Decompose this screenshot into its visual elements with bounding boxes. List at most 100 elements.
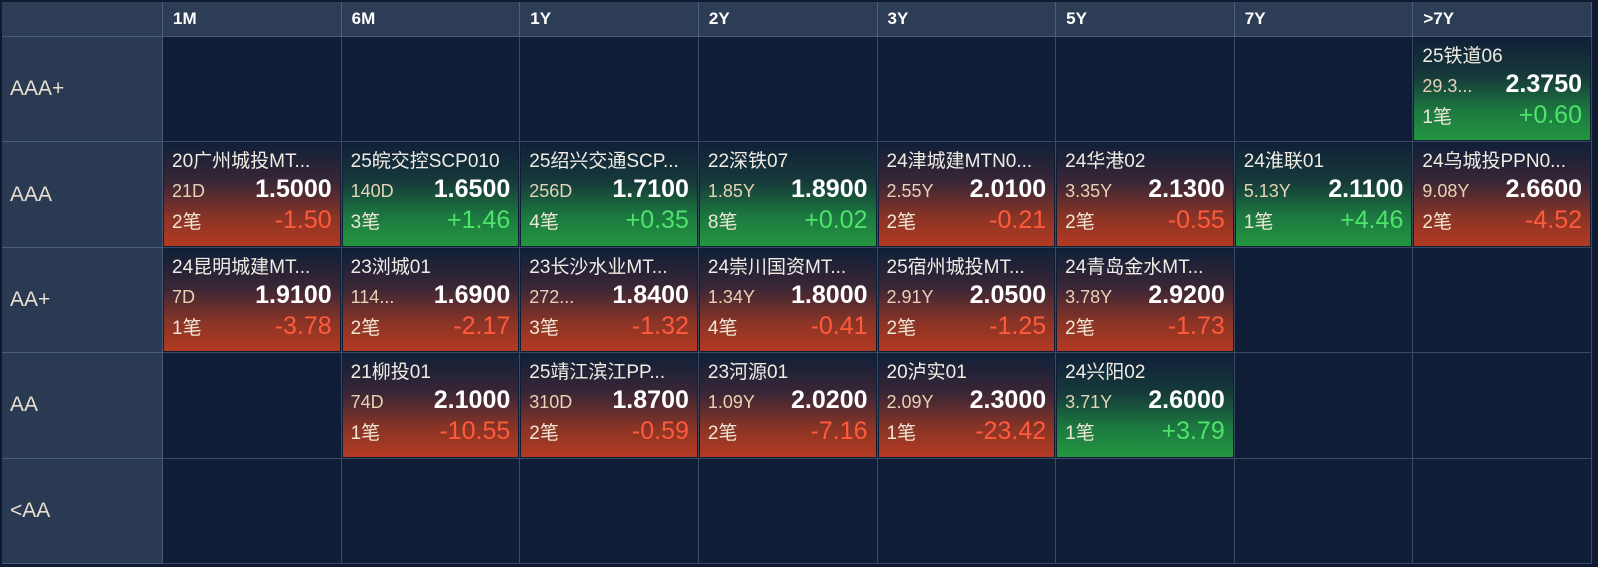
- bond-term: 3.71Y: [1065, 392, 1113, 413]
- bond-card[interactable]: 24华港02 3.35Y 2.1300 2笔 -0.55: [1057, 143, 1233, 246]
- bond-yield: 1.8700: [612, 386, 689, 415]
- matrix-cell: [1234, 458, 1414, 564]
- matrix-cell: [877, 37, 1057, 143]
- bond-yield-row: 140D 1.6500: [351, 175, 511, 206]
- bond-card[interactable]: 20泸实01 2.09Y 2.3000 1笔 -23.42: [878, 354, 1055, 457]
- bond-term: 9.08Y: [1422, 181, 1470, 202]
- bond-change-row: 2笔 -0.55: [1065, 206, 1225, 237]
- matrix-cell: [163, 37, 342, 143]
- matrix-cell: [341, 458, 521, 564]
- column-header-6[interactable]: 7Y: [1234, 2, 1414, 37]
- bond-card[interactable]: 24津城建MTN0... 2.55Y 2.0100 2笔 -0.21: [878, 143, 1055, 246]
- row-header-1[interactable]: AAA: [2, 142, 163, 248]
- bond-card[interactable]: 24兴阳02 3.71Y 2.6000 1笔 +3.79: [1057, 354, 1233, 457]
- bond-card[interactable]: 25皖交控SCP010 140D 1.6500 3笔 +1.46: [342, 143, 519, 246]
- bond-change: -1.25: [989, 311, 1047, 340]
- bond-term: 2.91Y: [886, 286, 934, 307]
- trade-count: 1笔: [172, 317, 202, 339]
- bond-card[interactable]: 24乌城投PPN0... 9.08Y 2.6600 2笔 -4.52: [1414, 143, 1590, 246]
- matrix-cell: [1234, 37, 1414, 143]
- column-header-1[interactable]: 6M: [341, 2, 521, 37]
- bond-card[interactable]: 23河源01 1.09Y 2.0200 2笔 -7.16: [699, 354, 876, 457]
- bond-yield-row: 1.34Y 1.8000: [708, 281, 868, 312]
- header-corner: [2, 2, 163, 37]
- bond-name: 23浏城01: [350, 256, 431, 278]
- matrix-cell: [1413, 353, 1592, 459]
- bond-card[interactable]: 25铁道06 29.3... 2.3750 1笔 +0.60: [1414, 38, 1590, 141]
- bond-term: 7D: [172, 286, 196, 307]
- bond-card[interactable]: 21柳投01 74D 2.1000 1笔 -10.55: [342, 354, 519, 457]
- bond-change-row: 1笔 -10.55: [351, 417, 511, 448]
- trade-count: 3笔: [529, 317, 559, 339]
- bond-yield: 1.6900: [433, 280, 511, 309]
- matrix-cell: 24兴阳02 3.71Y 2.6000 1笔 +3.79: [1056, 353, 1235, 459]
- bond-change-row: 1笔 +4.46: [1244, 206, 1404, 237]
- matrix-cell: 25宿州城投MT... 2.91Y 2.0500 2笔 -1.25: [877, 247, 1057, 354]
- bond-yield: 2.0200: [791, 386, 868, 415]
- column-header-4[interactable]: 3Y: [877, 2, 1057, 37]
- column-header-3[interactable]: 2Y: [698, 2, 878, 37]
- bond-change: +1.46: [446, 206, 511, 235]
- trade-count: 2笔: [1065, 317, 1095, 339]
- bond-card[interactable]: 20广州城投MT... 21D 1.5000 2笔 -1.50: [164, 143, 340, 246]
- bond-yield-row: 1.09Y 2.0200: [708, 386, 868, 417]
- bond-yield-row: 2.55Y 2.0100: [887, 175, 1047, 206]
- bond-yield-row: 256D 1.7100: [529, 175, 689, 206]
- bond-yield: 2.6600: [1505, 175, 1582, 204]
- bond-card[interactable]: 24崇川国资MT... 1.34Y 1.8000 4笔 -0.41: [699, 248, 876, 352]
- bond-change: -7.16: [810, 417, 868, 446]
- matrix-cell: 24崇川国资MT... 1.34Y 1.8000 4笔 -0.41: [698, 247, 878, 354]
- bond-term: 21D: [172, 181, 206, 202]
- bond-card[interactable]: 25靖江滨江PP... 310D 1.8700 2笔 -0.59: [521, 354, 697, 457]
- matrix-cell: [163, 353, 342, 459]
- bond-yield: 1.5000: [255, 175, 332, 204]
- bond-yield: 2.3750: [1505, 70, 1582, 98]
- trade-count: 3笔: [350, 212, 381, 234]
- bond-change-row: 4笔 +0.35: [529, 206, 689, 237]
- column-header-5[interactable]: 5Y: [1056, 2, 1235, 37]
- trade-count: 8笔: [707, 212, 738, 234]
- bond-change-row: 1笔 -3.78: [172, 312, 332, 343]
- bond-yield: 2.0100: [969, 175, 1047, 204]
- bond-yield-row: 2.09Y 2.3000: [887, 386, 1047, 417]
- bond-yield-row: 9.08Y 2.6600: [1422, 175, 1582, 206]
- matrix-cell: 23浏城01 114... 1.6900 2笔 -2.17: [341, 247, 521, 354]
- matrix-cell: [1413, 247, 1592, 354]
- matrix-cell: 23河源01 1.09Y 2.0200 2笔 -7.16: [698, 353, 878, 459]
- bond-card[interactable]: 24青岛金水MT... 3.78Y 2.9200 2笔 -1.73: [1057, 248, 1233, 352]
- row-header-3[interactable]: AA: [2, 353, 163, 459]
- bond-yield-row: 272... 1.8400: [529, 281, 689, 312]
- bond-change-row: 2笔 -1.50: [172, 206, 332, 237]
- bond-yield: 1.7100: [612, 175, 689, 204]
- matrix-cell: 22深铁07 1.85Y 1.8900 8笔 +0.02: [698, 142, 878, 248]
- row-header-0[interactable]: AAA+: [2, 37, 163, 143]
- bond-card[interactable]: 25宿州城投MT... 2.91Y 2.0500 2笔 -1.25: [878, 248, 1055, 352]
- trade-count: 2笔: [707, 423, 738, 445]
- row-header-4[interactable]: <AA: [2, 458, 163, 564]
- bond-yield: 2.3000: [969, 386, 1047, 415]
- bond-card[interactable]: 25绍兴交通SCP... 256D 1.7100 4笔 +0.35: [521, 143, 697, 246]
- bond-yield: 2.1300: [1148, 175, 1225, 204]
- bond-change-row: 8笔 +0.02: [708, 206, 868, 237]
- bond-card[interactable]: 23长沙水业MT... 272... 1.8400 3笔 -1.32: [521, 248, 697, 352]
- bond-name: 25靖江滨江PP...: [529, 362, 666, 384]
- row-header-2[interactable]: AA+: [2, 247, 163, 354]
- column-header-7[interactable]: >7Y: [1413, 2, 1592, 37]
- matrix-cell: 24淮联01 5.13Y 2.1100 1笔 +4.46: [1234, 142, 1414, 248]
- matrix-cell: [698, 37, 878, 143]
- bond-term: 140D: [350, 181, 394, 202]
- bond-change-row: 4笔 -0.41: [708, 312, 868, 343]
- column-header-0[interactable]: 1M: [163, 2, 342, 37]
- matrix-cell: 25靖江滨江PP... 310D 1.8700 2笔 -0.59: [520, 353, 699, 459]
- bond-card[interactable]: 22深铁07 1.85Y 1.8900 8笔 +0.02: [699, 143, 876, 246]
- matrix-cell: [1234, 353, 1414, 459]
- bond-card[interactable]: 24昆明城建MT... 7D 1.9100 1笔 -3.78: [164, 248, 340, 352]
- bond-name: 24崇川国资MT...: [707, 256, 847, 278]
- column-header-2[interactable]: 1Y: [520, 2, 699, 37]
- bond-change-row: 2笔 -0.59: [529, 417, 689, 448]
- bond-card[interactable]: 24淮联01 5.13Y 2.1100 1笔 +4.46: [1235, 143, 1412, 246]
- bond-name: 23长沙水业MT...: [529, 256, 668, 278]
- bond-yield: 2.6000: [1148, 386, 1225, 415]
- bond-card[interactable]: 23浏城01 114... 1.6900 2笔 -2.17: [342, 248, 519, 352]
- matrix-cell: [698, 458, 878, 564]
